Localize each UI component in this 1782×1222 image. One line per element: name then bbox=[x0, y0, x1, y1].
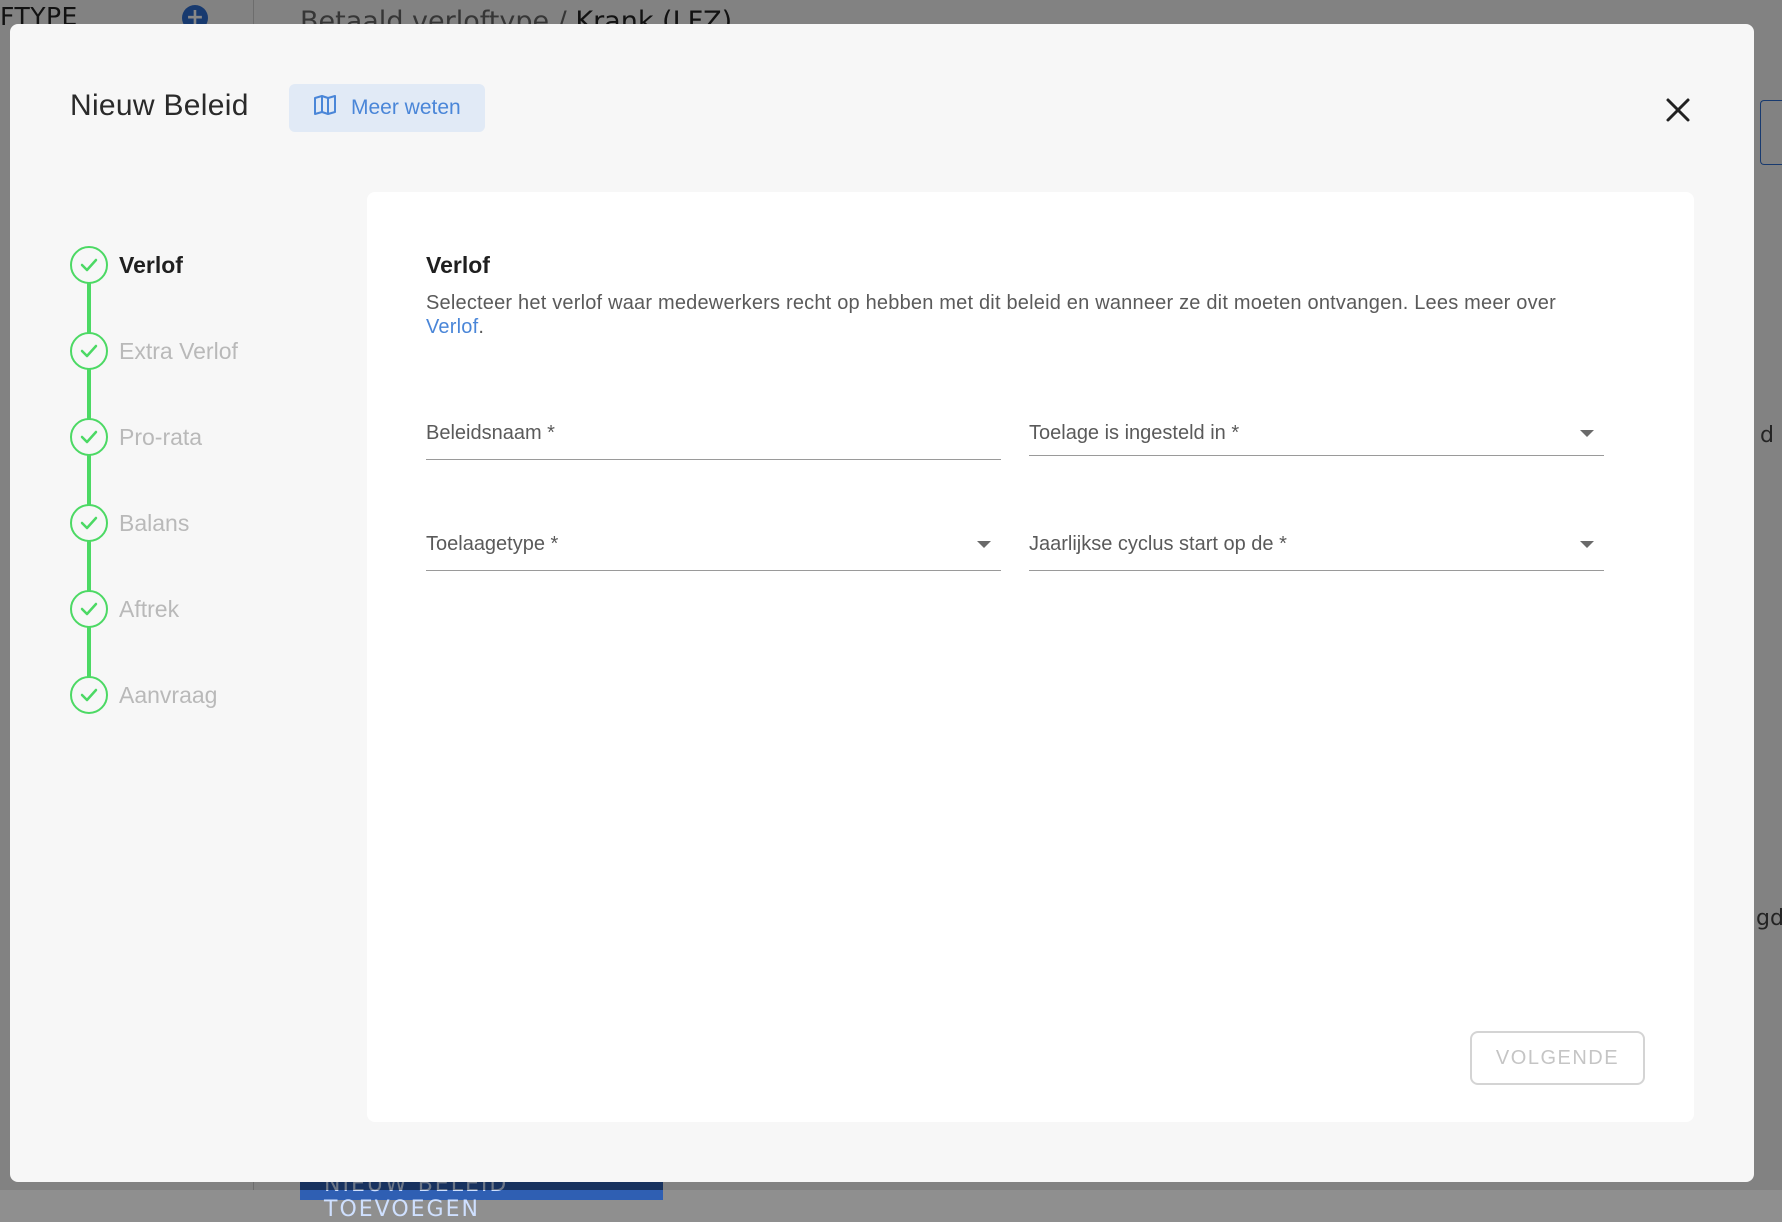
check-icon bbox=[70, 504, 108, 542]
step-aftrek[interactable]: Aftrek bbox=[70, 589, 179, 629]
chevron-down-icon bbox=[977, 541, 991, 548]
check-icon bbox=[70, 590, 108, 628]
annual-cycle-start-select[interactable]: Jaarlijkse cyclus start op de * bbox=[1029, 519, 1604, 571]
learn-more-button[interactable]: Meer weten bbox=[289, 84, 485, 132]
check-icon bbox=[70, 332, 108, 370]
step-label: Aftrek bbox=[119, 595, 180, 622]
new-policy-modal: Nieuw Beleid Meer weten Verlof Extra Ver… bbox=[10, 24, 1754, 1182]
form-description-suffix: . bbox=[478, 316, 485, 338]
form-description: Selecteer het verlof waar medewerkers re… bbox=[426, 291, 1586, 339]
step-label: Aanvraag bbox=[119, 681, 218, 708]
allowance-unit-label: Toelage is ingesteld in * bbox=[1029, 422, 1240, 444]
check-icon bbox=[70, 418, 108, 456]
verlof-link[interactable]: Verlof bbox=[426, 316, 478, 338]
stepper: Verlof Extra Verlof Pro-rata Balans Aftr bbox=[70, 245, 370, 745]
step-pro-rata[interactable]: Pro-rata bbox=[70, 417, 202, 457]
close-button[interactable] bbox=[1660, 94, 1696, 130]
close-icon bbox=[1665, 97, 1691, 127]
modal-title: Nieuw Beleid bbox=[70, 89, 249, 122]
step-label: Balans bbox=[119, 509, 190, 536]
step-balans[interactable]: Balans bbox=[70, 503, 189, 543]
form-card: Verlof Selecteer het verlof waar medewer… bbox=[367, 192, 1694, 1122]
allowance-type-select[interactable]: Toelaagetype * bbox=[426, 519, 1001, 571]
step-label: Extra Verlof bbox=[119, 337, 238, 364]
step-extra-verlof[interactable]: Extra Verlof bbox=[70, 331, 238, 371]
check-icon bbox=[70, 676, 108, 714]
step-label: Pro-rata bbox=[119, 423, 203, 450]
form-description-text: Selecteer het verlof waar medewerkers re… bbox=[426, 292, 1556, 314]
annual-cycle-start-label: Jaarlijkse cyclus start op de * bbox=[1029, 533, 1287, 555]
policy-name-field[interactable]: Beleidsnaam * bbox=[426, 408, 1001, 460]
next-button[interactable]: VOLGENDE bbox=[1470, 1031, 1645, 1085]
chevron-down-icon bbox=[1580, 430, 1594, 437]
allowance-unit-select[interactable]: Toelage is ingesteld in * bbox=[1029, 408, 1604, 456]
step-aanvraag[interactable]: Aanvraag bbox=[70, 675, 217, 715]
allowance-type-label: Toelaagetype * bbox=[426, 533, 559, 555]
step-verlof[interactable]: Verlof bbox=[70, 245, 183, 285]
form-heading: Verlof bbox=[426, 252, 490, 278]
policy-name-label: Beleidsnaam * bbox=[426, 422, 555, 444]
book-icon bbox=[313, 94, 337, 122]
learn-more-label: Meer weten bbox=[351, 96, 461, 119]
step-label: Verlof bbox=[119, 251, 183, 278]
chevron-down-icon bbox=[1580, 541, 1594, 548]
check-icon bbox=[70, 246, 108, 284]
